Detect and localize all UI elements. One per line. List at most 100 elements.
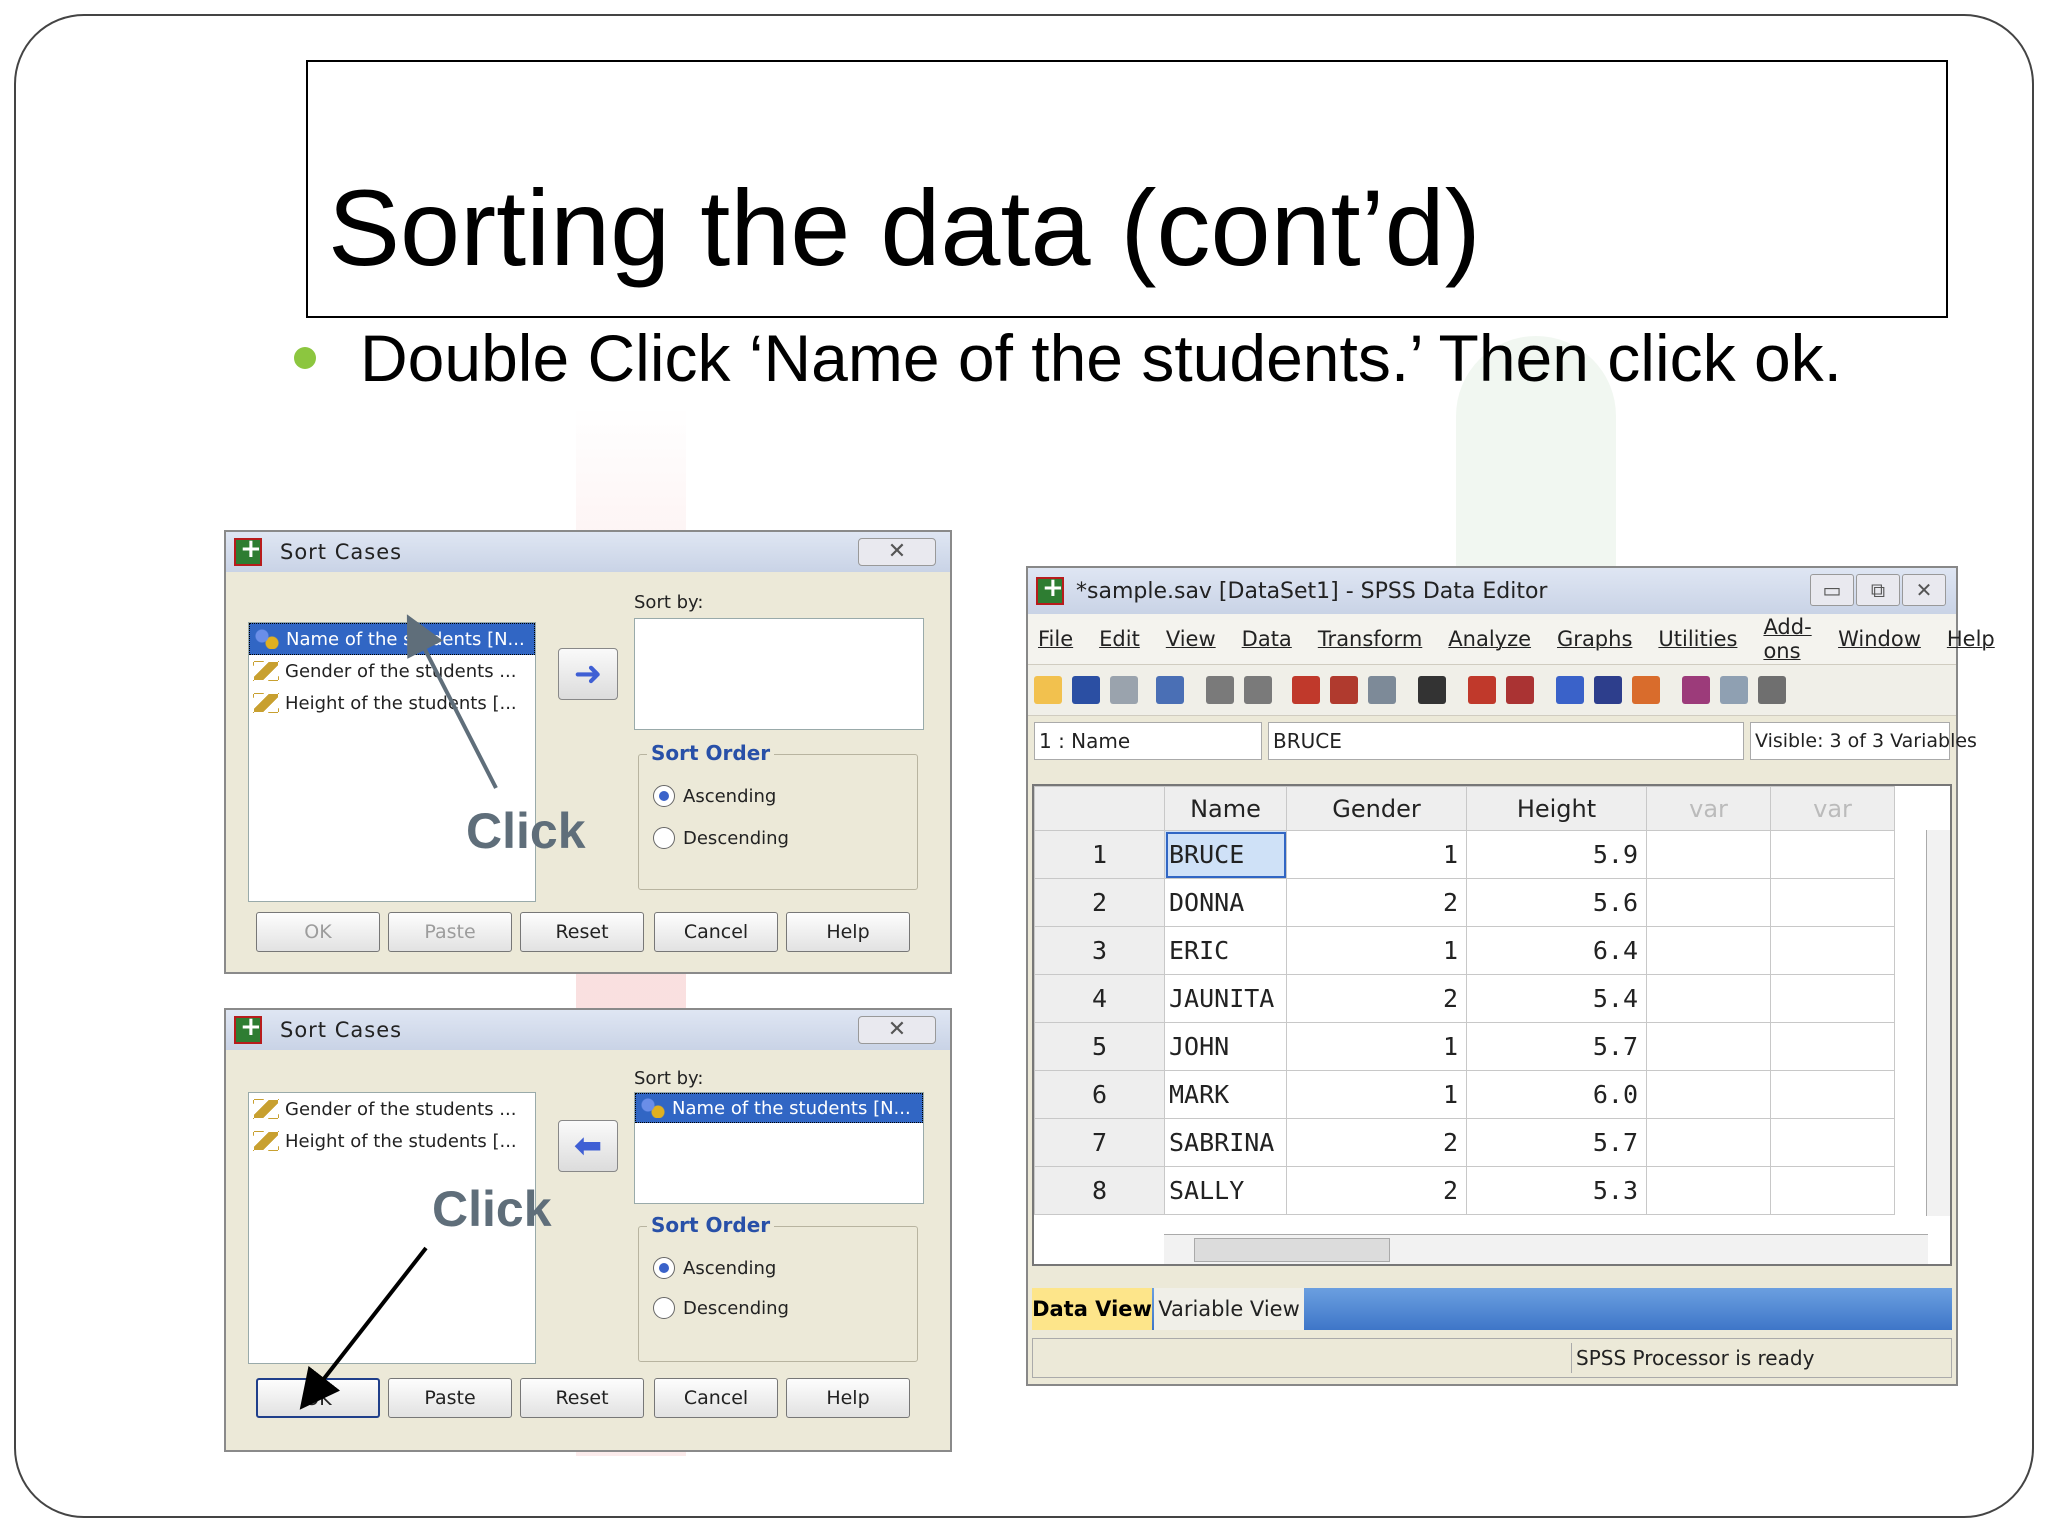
menu-view[interactable]: View <box>1166 627 1216 651</box>
insert-variable-icon[interactable] <box>1506 676 1534 704</box>
cell-name[interactable]: ERIC <box>1164 926 1287 975</box>
cell-height[interactable]: 5.4 <box>1466 974 1647 1023</box>
cell-name[interactable]: JOHN <box>1164 1022 1287 1071</box>
value-labels-icon[interactable] <box>1682 676 1710 704</box>
dialog-recall-icon[interactable] <box>1156 676 1184 704</box>
menu-utilities[interactable]: Utilities <box>1658 627 1737 651</box>
cell-empty[interactable] <box>1770 926 1895 975</box>
cell-empty[interactable] <box>1646 1070 1771 1119</box>
cancel-button[interactable]: Cancel <box>654 912 778 952</box>
cell-name[interactable]: BRUCE <box>1164 830 1287 879</box>
cell-empty[interactable] <box>1770 1166 1895 1215</box>
insert-cases-icon[interactable] <box>1468 676 1496 704</box>
menu-data[interactable]: Data <box>1242 627 1292 651</box>
descending-radio[interactable] <box>653 1297 675 1319</box>
split-file-icon[interactable] <box>1556 676 1584 704</box>
paste-button[interactable]: Paste <box>388 1378 512 1418</box>
descending-option[interactable]: Descending <box>653 827 789 849</box>
move-to-sortby-button[interactable]: ➜ <box>558 648 618 700</box>
print-icon[interactable] <box>1110 676 1138 704</box>
variables-info-icon[interactable] <box>1368 676 1396 704</box>
cell-empty[interactable] <box>1646 1166 1771 1215</box>
variable-item-name[interactable]: Name of the students [N... <box>249 623 535 655</box>
ascending-radio[interactable] <box>653 1257 675 1279</box>
row-number[interactable]: 7 <box>1034 1118 1165 1167</box>
row-number[interactable]: 2 <box>1034 878 1165 927</box>
cell-height[interactable]: 5.9 <box>1466 830 1647 879</box>
cell-gender[interactable]: 1 <box>1286 830 1467 879</box>
column-header-gender[interactable]: Gender <box>1286 786 1467 831</box>
row-number[interactable]: 5 <box>1034 1022 1165 1071</box>
scroll-thumb[interactable] <box>1194 1238 1390 1262</box>
cancel-button[interactable]: Cancel <box>654 1378 778 1418</box>
close-icon[interactable]: ✕ <box>1902 574 1946 606</box>
cell-height[interactable]: 5.6 <box>1466 878 1647 927</box>
cell-name[interactable]: MARK <box>1164 1070 1287 1119</box>
minimize-icon[interactable]: ▭ <box>1810 574 1854 606</box>
sort-by-list[interactable]: Name of the students [N... <box>634 1092 924 1204</box>
close-icon[interactable]: ✕ <box>858 538 936 566</box>
weight-cases-icon[interactable] <box>1594 676 1622 704</box>
column-header-var[interactable]: var <box>1770 786 1895 831</box>
tab-data-view[interactable]: Data View <box>1032 1288 1152 1330</box>
cell-gender[interactable]: 2 <box>1286 1118 1467 1167</box>
goto-variable-icon[interactable] <box>1330 676 1358 704</box>
cell-value-input[interactable]: BRUCE <box>1268 722 1744 760</box>
column-header-name[interactable]: Name <box>1164 786 1287 831</box>
vertical-scrollbar[interactable] <box>1926 830 1950 1216</box>
descending-radio[interactable] <box>653 827 675 849</box>
cell-empty[interactable] <box>1646 1118 1771 1167</box>
variable-list[interactable]: Name of the students [N... Gender of the… <box>248 622 536 902</box>
row-number[interactable]: 8 <box>1034 1166 1165 1215</box>
column-header-var[interactable]: var <box>1646 786 1771 831</box>
menu-transform[interactable]: Transform <box>1318 627 1422 651</box>
menu-addons[interactable]: Add-ons <box>1763 615 1812 663</box>
cell-empty[interactable] <box>1770 1070 1895 1119</box>
cell-gender[interactable]: 1 <box>1286 1070 1467 1119</box>
open-folder-icon[interactable] <box>1034 676 1062 704</box>
variable-item-height[interactable]: Height of the students [... <box>249 1125 535 1157</box>
find-icon[interactable] <box>1418 676 1446 704</box>
sort-by-item-name[interactable]: Name of the students [N... <box>635 1093 923 1123</box>
move-back-button[interactable]: ⬅ <box>558 1120 618 1172</box>
cell-empty[interactable] <box>1646 926 1771 975</box>
cell-name[interactable]: DONNA <box>1164 878 1287 927</box>
row-number[interactable]: 6 <box>1034 1070 1165 1119</box>
close-icon[interactable]: ✕ <box>858 1016 936 1044</box>
cell-empty[interactable] <box>1770 974 1895 1023</box>
menu-edit[interactable]: Edit <box>1099 627 1140 651</box>
cell-empty[interactable] <box>1646 830 1771 879</box>
cell-name[interactable]: SABRINA <box>1164 1118 1287 1167</box>
cell-gender[interactable]: 2 <box>1286 974 1467 1023</box>
menu-analyze[interactable]: Analyze <box>1448 627 1531 651</box>
cell-empty[interactable] <box>1646 1022 1771 1071</box>
spelling-icon[interactable] <box>1758 676 1786 704</box>
select-cases-icon[interactable] <box>1632 676 1660 704</box>
save-icon[interactable] <box>1072 676 1100 704</box>
menu-window[interactable]: Window <box>1838 627 1921 651</box>
ok-button[interactable]: OK <box>256 912 380 952</box>
variable-item-height[interactable]: Height of the students [... <box>249 687 535 719</box>
cell-empty[interactable] <box>1646 974 1771 1023</box>
cell-height[interactable]: 6.0 <box>1466 1070 1647 1119</box>
cell-empty[interactable] <box>1770 830 1895 879</box>
use-sets-icon[interactable] <box>1720 676 1748 704</box>
cell-height[interactable]: 6.4 <box>1466 926 1647 975</box>
help-button[interactable]: Help <box>786 1378 910 1418</box>
cell-height[interactable]: 5.7 <box>1466 1022 1647 1071</box>
goto-case-icon[interactable] <box>1292 676 1320 704</box>
menu-graphs[interactable]: Graphs <box>1557 627 1632 651</box>
cell-height[interactable]: 5.7 <box>1466 1118 1647 1167</box>
cell-height[interactable]: 5.3 <box>1466 1166 1647 1215</box>
cell-gender[interactable]: 1 <box>1286 926 1467 975</box>
redo-icon[interactable] <box>1244 676 1272 704</box>
ascending-option[interactable]: Ascending <box>653 785 776 807</box>
paste-button[interactable]: Paste <box>388 912 512 952</box>
cell-gender[interactable]: 2 <box>1286 878 1467 927</box>
row-number[interactable]: 4 <box>1034 974 1165 1023</box>
menu-file[interactable]: File <box>1038 627 1073 651</box>
ascending-option[interactable]: Ascending <box>653 1257 776 1279</box>
ascending-radio[interactable] <box>653 785 675 807</box>
variable-item-gender[interactable]: Gender of the students ... <box>249 1093 535 1125</box>
ok-button[interactable]: OK <box>256 1378 380 1418</box>
